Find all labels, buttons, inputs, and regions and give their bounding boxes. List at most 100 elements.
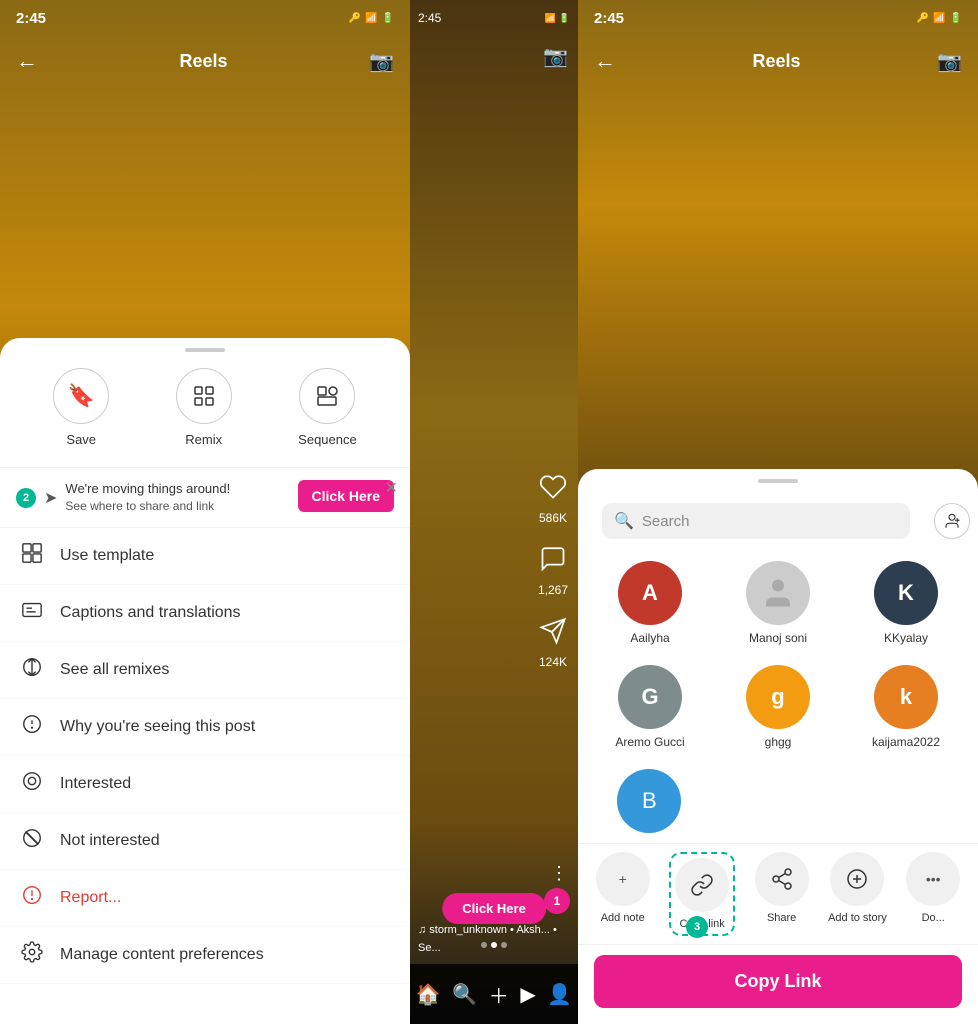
add-story-icon: [830, 852, 884, 906]
status-icons-right: 🔑 📶 🔋: [917, 13, 962, 24]
sequence-action[interactable]: Sequence: [298, 368, 357, 447]
battery-icon: 🔋: [382, 13, 394, 24]
comment-action[interactable]: 1,267: [538, 545, 568, 597]
comment-icon: [539, 545, 567, 580]
avatar-kkyalay: K: [874, 561, 938, 625]
notif-text: We're moving things around! See where to…: [65, 480, 287, 515]
key-icon: 🔑: [349, 13, 361, 24]
menu-item-not-interested[interactable]: Not interested: [0, 813, 410, 870]
reels-icon-mid[interactable]: ▶: [520, 982, 535, 1007]
camera-icon-left[interactable]: 📷: [369, 49, 394, 74]
menu-item-captions[interactable]: Captions and translations: [0, 585, 410, 642]
menu-item-template[interactable]: Use template: [0, 528, 410, 585]
remixes-icon: [20, 656, 44, 684]
sheet-handle: [185, 348, 225, 352]
wifi-icon-mid: 📶: [545, 13, 556, 24]
contact-aailyha[interactable]: A Aailyha: [586, 551, 714, 655]
search-bar[interactable]: 🔍 Search: [602, 503, 910, 539]
home-icon-mid[interactable]: 🏠: [416, 982, 441, 1007]
add-user-button[interactable]: [934, 503, 970, 539]
camera-icon-right[interactable]: 📷: [937, 49, 962, 74]
header-left: ← Reels 📷: [0, 36, 410, 86]
contact-ghgg[interactable]: g ghgg: [714, 655, 842, 759]
back-button-left[interactable]: ←: [16, 48, 38, 74]
avatar-partial-1: B: [617, 769, 681, 833]
manage-label: Manage content preferences: [60, 946, 264, 964]
right-actions-middle: 586K 1,267 124K: [538, 473, 568, 669]
add-story-label: Add to story: [828, 912, 887, 924]
more-options-button[interactable]: ⋮: [550, 863, 568, 884]
comment-count: 1,267: [538, 583, 568, 597]
not-interested-icon: [20, 827, 44, 855]
remix-action[interactable]: Remix: [176, 368, 232, 447]
notif-badge-2: 2: [16, 488, 36, 508]
dots-icon: •••: [926, 871, 941, 887]
menu-item-remixes[interactable]: See all remixes: [0, 642, 410, 699]
contact-kaijama[interactable]: k kaijama2022: [842, 655, 970, 759]
avatar-aailyha: A: [618, 561, 682, 625]
status-icons-left: 🔑 📶 🔋: [349, 13, 394, 24]
remixes-label: See all remixes: [60, 661, 169, 679]
contact-name-kaijama: kaijama2022: [872, 735, 940, 749]
profile-icon-mid[interactable]: 👤: [547, 982, 572, 1007]
template-label: Use template: [60, 547, 154, 565]
contact-aremo[interactable]: G Aremo Gucci: [586, 655, 714, 759]
contact-manoj[interactable]: Manoj soni: [714, 551, 842, 655]
why-label: Why you're seeing this post: [60, 718, 255, 736]
like-action[interactable]: 586K: [539, 473, 567, 525]
copy-link-button[interactable]: Copy Link: [594, 955, 962, 1008]
share-actions-row: + Add note Copy link: [578, 843, 978, 945]
remix-icon-circle: [176, 368, 232, 424]
more-share-label: Do...: [922, 912, 945, 924]
search-icon-mid[interactable]: 🔍: [452, 982, 477, 1007]
notif-close-button[interactable]: ✕: [385, 478, 398, 498]
badge-1: 1: [544, 888, 570, 914]
notif-click-button[interactable]: Click Here: [298, 480, 394, 512]
add-note-label: Add note: [601, 912, 645, 924]
search-placeholder[interactable]: Search: [642, 513, 898, 530]
menu-item-interested[interactable]: Interested: [0, 756, 410, 813]
share-send-action[interactable]: Share: [755, 852, 809, 936]
battery-icon-mid: 🔋: [559, 13, 570, 24]
share-click-here-button[interactable]: Click Here: [442, 893, 546, 924]
template-icon: [20, 542, 44, 570]
like-count: 586K: [539, 511, 567, 525]
notification-banner: 2 ➤ We're moving things around! See wher…: [0, 468, 410, 528]
badge-3: 3: [686, 916, 708, 938]
contact-name-aremo: Aremo Gucci: [615, 735, 684, 749]
share-action[interactable]: 124K: [539, 617, 567, 669]
add-note-action[interactable]: + Add note: [596, 852, 650, 936]
create-icon-mid[interactable]: ＋: [489, 980, 509, 1009]
status-bar-left: 2:45 🔑 📶 🔋: [0, 0, 410, 36]
contact-name-ghgg: ghgg: [765, 735, 792, 749]
back-button-right[interactable]: ←: [594, 48, 616, 74]
avatar-manoj: [746, 561, 810, 625]
notif-icon: ➤: [44, 488, 57, 508]
middle-panel: 2:45 📶 🔋 📷 586K 1,267: [410, 0, 578, 1024]
more-share-action[interactable]: ••• Do...: [906, 852, 960, 936]
contact-partial-1[interactable]: B: [586, 759, 713, 843]
captions-icon: [20, 599, 44, 627]
contact-kkyalay[interactable]: K KKyalay: [842, 551, 970, 655]
menu-item-report[interactable]: Report...: [0, 870, 410, 927]
share-send-icon: [755, 852, 809, 906]
notif-line1: We're moving things around!: [65, 480, 287, 498]
status-bar-middle: 2:45 📶 🔋: [410, 0, 578, 36]
status-time-middle: 2:45: [418, 11, 441, 25]
add-story-action[interactable]: Add to story: [828, 852, 887, 936]
why-icon: [20, 713, 44, 741]
camera-icon-middle[interactable]: 📷: [543, 44, 568, 69]
share-sheet: 🔍 Search A Aailyha: [578, 469, 978, 1024]
sequence-icon-circle: [299, 368, 355, 424]
menu-item-manage[interactable]: Manage content preferences: [0, 927, 410, 984]
partial-contacts-row: B: [578, 759, 978, 843]
menu-item-why[interactable]: Why you're seeing this post: [0, 699, 410, 756]
action-icons-row: 🔖 Save Remix: [0, 368, 410, 468]
status-bar-right: 2:45 🔑 📶 🔋: [578, 0, 978, 36]
save-action[interactable]: 🔖 Save: [53, 368, 109, 447]
avatar-ghgg: g: [746, 665, 810, 729]
status-time-right: 2:45: [594, 10, 624, 27]
bottom-sheet: 🔖 Save Remix: [0, 338, 410, 1024]
status-icons-middle: 📶 🔋: [545, 13, 570, 24]
share-icon: [539, 617, 567, 652]
